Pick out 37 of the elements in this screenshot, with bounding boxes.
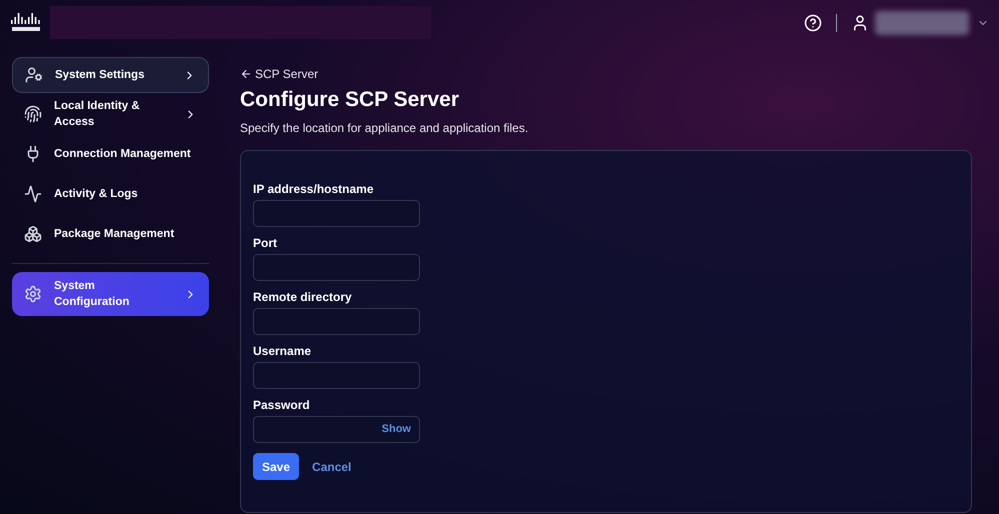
sidebar-item-label: Local Identity & Access: [54, 99, 141, 130]
input-field[interactable]: [253, 362, 420, 389]
field-label: Password: [253, 397, 311, 413]
password-field[interactable]: Show: [253, 416, 420, 443]
page-title: Configure SCP Server: [240, 87, 460, 113]
field-label: Port: [253, 235, 278, 251]
help-icon[interactable]: [804, 14, 822, 32]
sidebar-item-label: Package Management: [54, 227, 174, 242]
back-arrow-icon[interactable]: [240, 68, 252, 80]
sidebar-item-icon: [24, 105, 42, 123]
sidebar-item-icon: [24, 225, 42, 243]
user-icon[interactable]: [851, 14, 869, 32]
input-field[interactable]: [253, 200, 420, 227]
sidebar-item[interactable]: Package Management: [12, 215, 209, 253]
input-field[interactable]: [253, 308, 420, 335]
field-label: IP address/hostname: [253, 181, 374, 197]
sidebar-item[interactable]: Activity & Logs: [12, 175, 209, 213]
back-link[interactable]: SCP Server: [255, 65, 318, 83]
save-button[interactable]: Save: [253, 453, 300, 480]
field-label: Remote directory: [253, 289, 353, 305]
show-password-button[interactable]: Show: [382, 421, 411, 438]
input-field[interactable]: [253, 254, 420, 281]
sidebar-item-label: System Configuration: [54, 279, 130, 310]
page-subtitle: Specify the location for appliance and application files.: [240, 120, 530, 137]
logo-icon: [10, 12, 42, 34]
sidebar-item-icon: [24, 185, 42, 203]
sidebar-item-label: Connection Management: [54, 147, 191, 162]
sidebar-item[interactable]: Connection Management: [12, 135, 209, 173]
sidebar-item-icon: [24, 285, 42, 303]
sidebar-item-icon: [25, 66, 43, 84]
cancel-button[interactable]: Cancel: [312, 458, 352, 476]
sidebar-item[interactable]: Local Identity & Access: [12, 95, 209, 133]
sidebar-item-label: Activity & Logs: [54, 187, 138, 202]
sidebar-item[interactable]: System Configuration: [12, 272, 209, 316]
sidebar-item[interactable]: System Settings: [12, 57, 209, 93]
sidebar-item-label: System Settings: [55, 68, 144, 83]
field-label: Username: [253, 343, 312, 359]
